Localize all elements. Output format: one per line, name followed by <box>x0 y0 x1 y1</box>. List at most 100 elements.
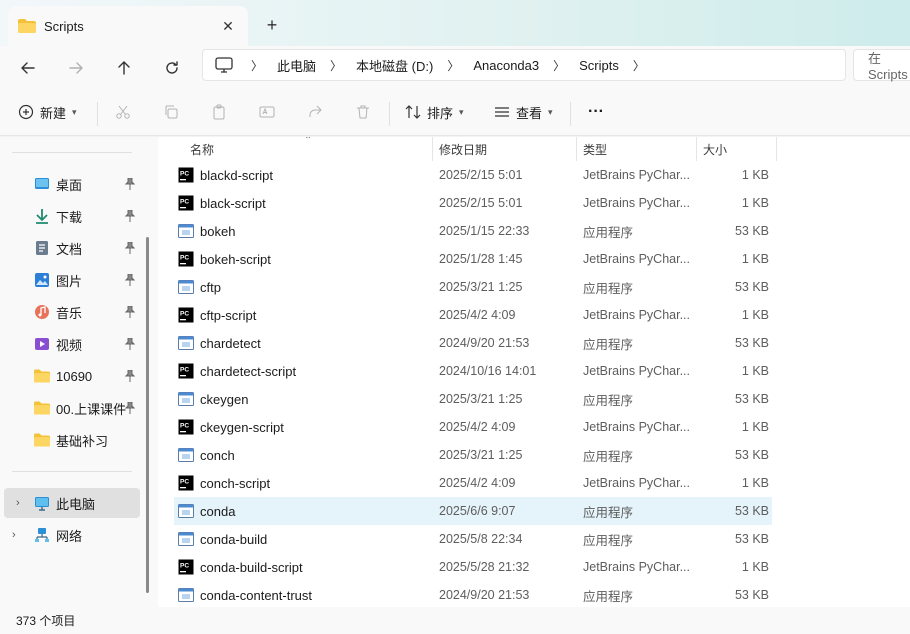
table-row[interactable]: PC cftp-script 2025/4/2 4:09 JetBrains PyCh… <box>174 301 772 329</box>
cut-button[interactable] <box>115 96 131 128</box>
file-type: JetBrains PyChar... <box>583 252 690 266</box>
file-type: JetBrains PyChar... <box>583 196 690 210</box>
pin-icon[interactable] <box>125 242 135 254</box>
sidebar-item-this-pc[interactable]: › 此电脑 <box>4 488 140 518</box>
file-name: PC chardetect-script <box>178 357 428 385</box>
application-icon <box>178 336 194 350</box>
column-header-date[interactable]: 修改日期 <box>433 137 576 161</box>
sidebar-item-label: 下载 <box>56 209 83 225</box>
new-tab-button[interactable]: + <box>258 12 286 38</box>
pin-icon[interactable] <box>125 370 135 382</box>
column-resize-handle[interactable] <box>776 137 777 161</box>
sidebar-item-music[interactable]: 音乐 <box>0 297 140 327</box>
file-date: 2025/5/28 21:32 <box>439 560 530 574</box>
column-header-size[interactable]: 大小 <box>697 137 776 161</box>
breadcrumb-anaconda3[interactable]: Anaconda3 <box>473 58 539 73</box>
sidebar-item-10690[interactable]: 10690 <box>0 361 140 391</box>
table-row[interactable]: PC conch-script 2025/4/2 4:09 JetBrains PyC… <box>174 469 772 497</box>
chevron-right-icon[interactable]: 〉 <box>330 57 342 74</box>
sidebar-item-courseware[interactable]: 00.上课课件. <box>0 393 140 423</box>
sort-icon <box>405 105 421 119</box>
file-size: 1 KB <box>741 476 769 490</box>
search-input[interactable]: 在 Scripts <box>853 49 910 82</box>
back-button[interactable] <box>12 52 44 84</box>
table-row[interactable]: conda 2025/6/6 9:07 应用程序 53 KB <box>174 497 772 525</box>
close-tab-button[interactable]: ✕ <box>218 16 238 36</box>
file-date: 2025/5/8 22:34 <box>439 532 523 546</box>
table-row[interactable]: PC chardetect-script 2024/10/16 14:01 JetBr… <box>174 357 772 385</box>
forward-button[interactable] <box>60 52 92 84</box>
sidebar-item-downloads[interactable]: 下载 <box>0 201 140 231</box>
svg-text:PC: PC <box>180 199 189 206</box>
file-size: 53 KB <box>734 532 769 546</box>
application-icon <box>178 448 194 462</box>
table-row[interactable]: PC bokeh-script 2025/1/28 1:45 JetBrains Py… <box>174 245 772 273</box>
sidebar-item-desktop[interactable]: 桌面 <box>0 169 140 199</box>
chevron-right-icon[interactable]: 〉 <box>553 57 565 74</box>
pin-icon[interactable] <box>125 402 135 414</box>
pin-icon[interactable] <box>125 274 135 286</box>
view-button[interactable]: 查看 ▾ <box>494 96 553 128</box>
sidebar-item-label: 基础补习 <box>56 433 109 449</box>
rename-button[interactable] <box>259 96 275 128</box>
address-bar[interactable]: 〉 此电脑 〉 本地磁盘 (D:) 〉 Anaconda3 〉 Scripts … <box>202 49 846 81</box>
clipboard-icon <box>213 104 225 120</box>
view-label: 查看 <box>516 105 543 121</box>
file-type: JetBrains PyChar... <box>583 364 690 378</box>
file-date: 2025/3/21 1:25 <box>439 448 523 462</box>
breadcrumb-local-disk[interactable]: 本地磁盘 (D:) <box>356 56 433 75</box>
breadcrumb-this-pc[interactable]: 此电脑 <box>277 56 316 75</box>
column-header-type[interactable]: 类型 <box>577 137 696 161</box>
plus-icon: + <box>266 14 278 35</box>
sort-button[interactable]: 排序 ▾ <box>405 96 464 128</box>
table-row[interactable]: chardetect 2024/9/20 21:53 应用程序 53 KB <box>174 329 772 357</box>
pin-icon[interactable] <box>125 306 135 318</box>
table-row[interactable]: PC blackd-script 2025/2/15 5:01 JetBrains P… <box>174 161 772 189</box>
pin-icon[interactable] <box>125 338 135 350</box>
sidebar-item-label: 视频 <box>56 337 83 353</box>
delete-button[interactable] <box>355 96 371 128</box>
share-button[interactable] <box>307 96 323 128</box>
table-row[interactable]: ckeygen 2025/3/21 1:25 应用程序 53 KB <box>174 385 772 413</box>
chevron-right-icon[interactable]: 〉 <box>633 57 645 74</box>
sidebar-item-videos[interactable]: 视频 <box>0 329 140 359</box>
file-name: PC bokeh-script <box>178 245 428 273</box>
pin-icon[interactable] <box>125 210 135 222</box>
list-view-icon <box>495 107 509 117</box>
svg-text:PC: PC <box>180 479 189 486</box>
file-size: 1 KB <box>741 168 769 182</box>
sidebar-item-documents[interactable]: 文档 <box>0 233 140 263</box>
table-row[interactable]: bokeh 2025/1/15 22:33 应用程序 53 KB <box>174 217 772 245</box>
table-row[interactable]: conda-content-trust 2024/9/20 21:53 应用程序 53… <box>174 581 772 607</box>
breadcrumb-scripts[interactable]: Scripts <box>579 58 619 73</box>
chevron-right-icon[interactable]: › <box>12 529 16 541</box>
up-button[interactable] <box>108 52 140 84</box>
chevron-right-icon[interactable]: 〉 <box>447 57 459 74</box>
chevron-right-icon[interactable]: › <box>16 497 20 509</box>
file-name-text: conda-build-script <box>200 559 303 575</box>
copy-button[interactable] <box>163 96 179 128</box>
sidebar-item-pictures[interactable]: 图片 <box>0 265 140 295</box>
rename-icon <box>259 106 275 118</box>
paste-button[interactable] <box>211 96 227 128</box>
column-header-name[interactable]: 名称 <box>184 137 432 161</box>
refresh-button[interactable] <box>156 52 188 84</box>
table-row[interactable]: PC conda-build-script 2025/5/28 21:32 JetBr… <box>174 553 772 581</box>
file-name-text: cftp-script <box>200 307 257 323</box>
table-row[interactable]: conda-build 2025/5/8 22:34 应用程序 53 KB <box>174 525 772 553</box>
svg-text:PC: PC <box>180 171 189 178</box>
more-options-button[interactable]: ··· <box>588 96 604 128</box>
file-type: 应用程序 <box>583 505 634 520</box>
sidebar-item-network[interactable]: › 网络 <box>0 520 140 550</box>
sidebar-item-basics[interactable]: 基础补习 <box>0 425 140 455</box>
table-row[interactable]: conch 2025/3/21 1:25 应用程序 53 KB <box>174 441 772 469</box>
table-row[interactable]: PC black-script 2025/2/15 5:01 JetBrains Py… <box>174 189 772 217</box>
pin-icon[interactable] <box>125 178 135 190</box>
file-name: conch <box>178 441 428 469</box>
new-button[interactable]: 新建 ▾ <box>18 96 77 128</box>
table-row[interactable]: cftp 2025/3/21 1:25 应用程序 53 KB <box>174 273 772 301</box>
sidebar-item-label: 图片 <box>56 273 83 289</box>
table-row[interactable]: PC ckeygen-script 2025/4/2 4:09 JetBrains P… <box>174 413 772 441</box>
tab-scripts[interactable]: Scripts ✕ <box>8 6 248 46</box>
sidebar-scrollbar[interactable] <box>146 237 149 593</box>
